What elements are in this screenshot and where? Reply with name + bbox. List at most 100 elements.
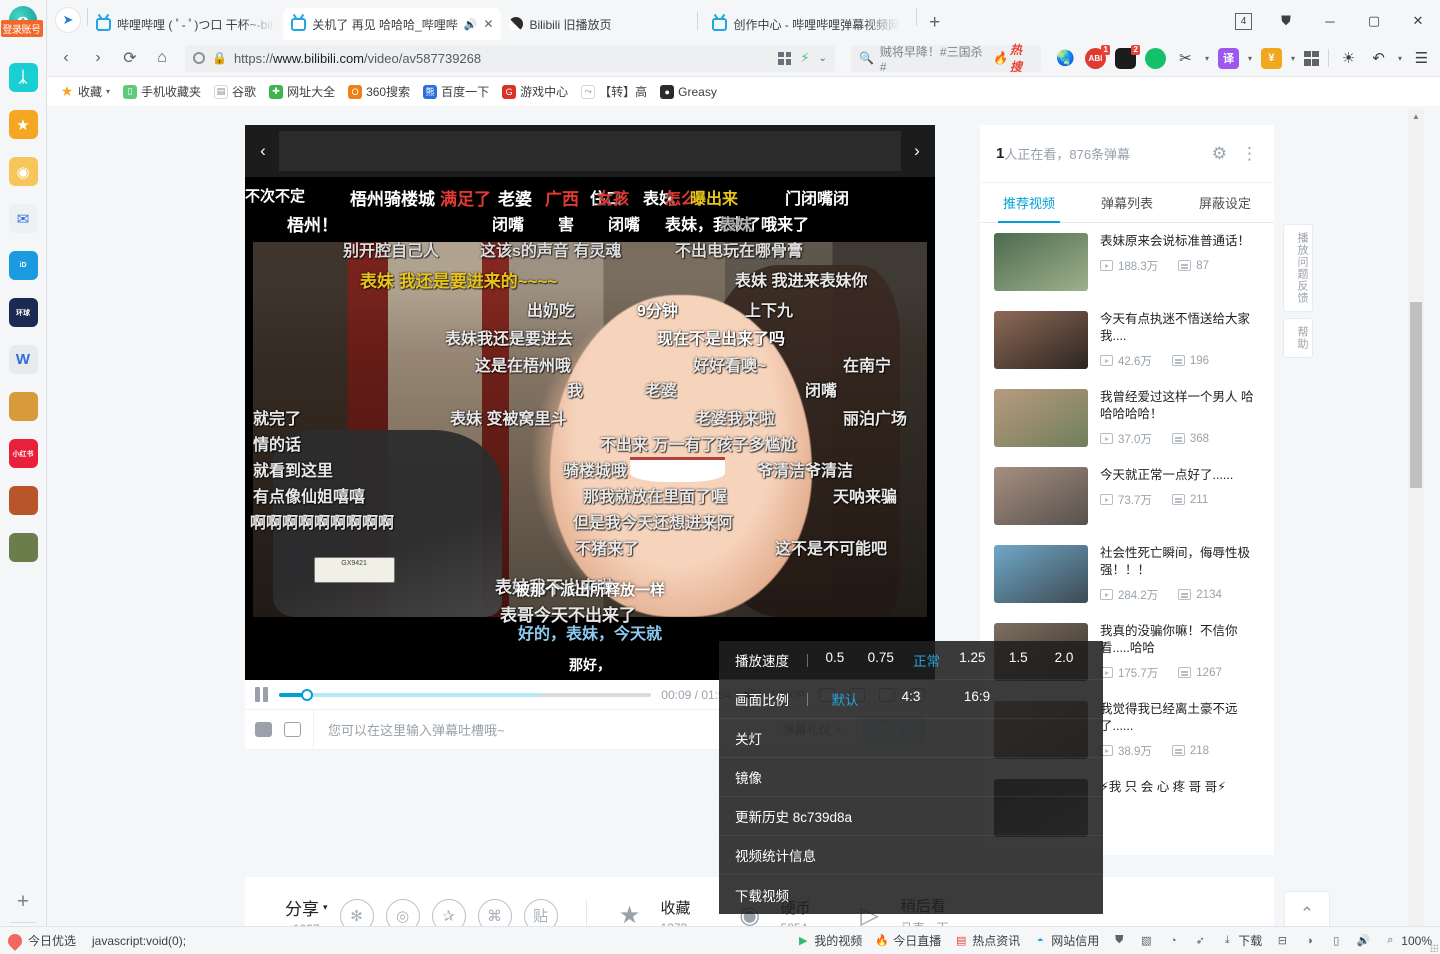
dock-icon-bilibili[interactable]: ᛣ — [8, 63, 38, 92]
dock-add-button[interactable]: + — [17, 890, 29, 914]
login-badge[interactable]: 登录账号 — [0, 20, 43, 37]
speed-option-4[interactable]: 1.5 — [995, 650, 1041, 670]
weibo-icon[interactable]: ◎ — [385, 898, 420, 926]
danmaku-input[interactable]: 您可以在这里输入弹幕吐槽哦~ — [313, 709, 771, 750]
news-status-item[interactable]: ▤ 热点资讯 — [954, 932, 1020, 949]
translate-icon[interactable]: 译 — [1217, 47, 1239, 69]
split-screen-status-item[interactable]: ⊟ — [1275, 934, 1289, 948]
dock-icon-iqiyi[interactable]: iD — [8, 251, 38, 280]
lightning-icon[interactable]: ⚡ — [800, 50, 809, 66]
flame-status-item[interactable]: 🔥 今日直播 — [875, 932, 941, 949]
chevron-down-icon[interactable]: ▾ — [1205, 54, 1209, 63]
forward-button[interactable]: › — [83, 43, 113, 73]
bookmark-5[interactable]: 熊百度一下 — [418, 80, 494, 103]
bookmark-1[interactable]: ▯ 手机收藏夹 — [118, 80, 206, 103]
right-panel-tab-1[interactable]: 弹幕列表 — [1078, 183, 1176, 222]
video-title[interactable]: 我觉得我已经离土豪不远了...... — [1100, 701, 1260, 735]
chevron-down-icon[interactable]: ▾ — [1398, 54, 1402, 63]
video-title[interactable]: 今天就正常一点好了...... — [1100, 467, 1260, 484]
ratio-option-1[interactable]: 4:3 — [878, 689, 944, 709]
sound-status-item[interactable]: 🔊 — [1356, 934, 1370, 948]
browser-tab-2[interactable]: Bilibili 旧播放页 — [501, 8, 691, 40]
shield-status-item[interactable]: ⛊ — [1112, 934, 1126, 948]
apps-grid-icon[interactable] — [1303, 50, 1319, 66]
list-item[interactable]: 表妹原来会说标准普通话！ 188.3万 87 — [980, 223, 1274, 301]
speed-option-2[interactable]: 正常 — [904, 650, 950, 670]
tieba-icon[interactable]: 贴 — [523, 898, 558, 926]
dock-icon-mail[interactable]: ✉ — [8, 204, 38, 233]
skin-button[interactable]: ⛊ — [1264, 6, 1308, 36]
qr-code-icon[interactable] — [778, 51, 792, 65]
context-menu-item-0[interactable]: 关灯 — [719, 719, 1103, 758]
shield-yellow-icon[interactable]: ¥ — [1260, 47, 1282, 69]
player-parts-list[interactable] — [279, 131, 901, 171]
adblock-icon[interactable]: ABl 1 — [1084, 44, 1110, 69]
video-title[interactable]: 我真的没骗你嘛！不信你看.....哈哈 — [1100, 623, 1260, 657]
bookmark-6[interactable]: G 游戏中心 — [497, 80, 573, 103]
reload-button[interactable]: ⟳ — [115, 43, 145, 73]
scissors-icon[interactable]: ✂ — [1175, 48, 1196, 69]
side-button-1[interactable]: 帮助 — [1283, 318, 1313, 358]
browser-tab-3[interactable]: 创作中心 - 哔哩哔哩弹幕视频网 — [704, 8, 908, 40]
address-bar[interactable]: 🔒 https://www.bilibili.com/video/av58773… — [185, 44, 835, 72]
right-panel-tab-2[interactable]: 屏蔽设定 — [1176, 183, 1274, 222]
list-item[interactable]: 今天就正常一点好了...... 73.7万 211 — [980, 457, 1274, 535]
context-menu-item-2[interactable]: 更新历史 8c739d8a — [719, 797, 1103, 836]
video-title[interactable]: 表妹原来会说标准普通话！ — [1100, 233, 1260, 250]
qzone-icon[interactable]: ✻ — [339, 898, 374, 926]
danmaku-mode-icon[interactable] — [284, 722, 301, 737]
kebab-menu-icon[interactable]: ⋮ — [1241, 145, 1258, 162]
scrollbar-thumb[interactable] — [1410, 302, 1422, 488]
video-status-item[interactable]: ▶ 我的视频 — [796, 932, 862, 949]
shape-status-item[interactable]: ◑ — [1302, 934, 1316, 948]
new-tab-button[interactable]: + — [929, 12, 940, 34]
dock-browser-logo[interactable]: e 登录账号 — [0, 0, 47, 40]
speed-option-3[interactable]: 1.25 — [949, 650, 995, 670]
context-menu-item-4[interactable]: 下载视频 — [719, 875, 1103, 914]
dock-icon-word[interactable]: W — [8, 345, 38, 374]
download-status-item[interactable]: ⤓ 下载 — [1220, 932, 1262, 949]
tab-nav-arrow-icon[interactable]: ➤ — [55, 7, 81, 33]
browser-tab-0[interactable]: 哔哩哔哩 ( ﾟ- ﾟ)つ口 干杯~-bili — [88, 8, 283, 40]
list-item[interactable]: 我曾经爱过这样一个男人 哈哈哈哈哈！ 37.0万 368 — [980, 379, 1274, 457]
bookmark-3[interactable]: ✚ 网址大全 — [264, 80, 340, 103]
side-button-0[interactable]: 播放问题反馈 — [1283, 224, 1313, 312]
search-input[interactable]: 🔍 贼将早降！#三国杀# 🔥 热搜 — [850, 43, 1041, 74]
browser-tab-1[interactable]: 关机了 再见 哈哈哈_哔哩哔 🔊 ✕ — [283, 8, 502, 40]
progress-bar[interactable] — [279, 688, 652, 701]
list-item[interactable]: 今天有点执迷不悟送给大家我.... 42.6万 196 — [980, 301, 1274, 379]
speed-option-0[interactable]: 0.5 — [812, 650, 858, 670]
hamburger-menu-icon[interactable]: ☰ — [1411, 48, 1432, 69]
favorite-button[interactable]: ★ 收藏1373 — [609, 897, 691, 927]
right-panel-tab-0[interactable]: 推荐视频 — [980, 183, 1078, 223]
video-title[interactable]: 今天有点执迷不悟送给大家我.... — [1100, 311, 1260, 345]
chevron-down-icon[interactable]: ▾ — [1291, 54, 1295, 63]
drop-status-item[interactable]: ◓ 网站信用 — [1033, 932, 1099, 949]
home-button[interactable]: ⌂ — [147, 43, 177, 73]
bookmark-4[interactable]: O 360搜索 — [343, 80, 415, 103]
ratio-option-0[interactable]: 默认 — [812, 689, 878, 709]
bookmark-7[interactable]: ⤳ 【转】高 — [576, 80, 652, 103]
dock-icon-game3[interactable] — [8, 533, 38, 562]
gear-icon[interactable]: ⚙ — [1212, 144, 1227, 164]
list-item[interactable]: 社会性死亡瞬间，侮辱性极强！！！ 284.2万 2134 — [980, 535, 1274, 613]
video-thumbnail[interactable] — [994, 311, 1088, 369]
brightness-icon[interactable]: ☀ — [1338, 48, 1359, 69]
context-menu-item-1[interactable]: 镜像 — [719, 758, 1103, 797]
bookmark-0[interactable]: ★ 收藏 ▾ — [55, 80, 115, 103]
chevron-down-icon[interactable]: ▾ — [1248, 54, 1252, 63]
today-picks-label[interactable]: 今日优选 — [28, 932, 76, 949]
mute-icon[interactable]: 🔊 — [464, 18, 478, 31]
video-title[interactable]: ⚡我 只 会 心 疼 哥 哥⚡ — [1100, 779, 1260, 796]
danmaku-style-icon[interactable] — [255, 722, 272, 737]
chevron-down-icon[interactable]: ⌄ — [819, 53, 827, 64]
ratio-option-2[interactable]: 16:9 — [944, 689, 1010, 709]
video-thumbnail[interactable] — [994, 467, 1088, 525]
speed-option-1[interactable]: 0.75 — [858, 650, 904, 670]
wechat-icon[interactable]: ⌘ — [477, 898, 512, 926]
back-to-top-button[interactable]: ⌃ — [1284, 891, 1330, 926]
video-thumbnail[interactable] — [994, 233, 1088, 291]
undo-icon[interactable]: ↶ — [1368, 48, 1389, 69]
hot-search-button[interactable]: 🔥 热搜 — [993, 41, 1033, 75]
pause-button[interactable] — [255, 687, 269, 702]
